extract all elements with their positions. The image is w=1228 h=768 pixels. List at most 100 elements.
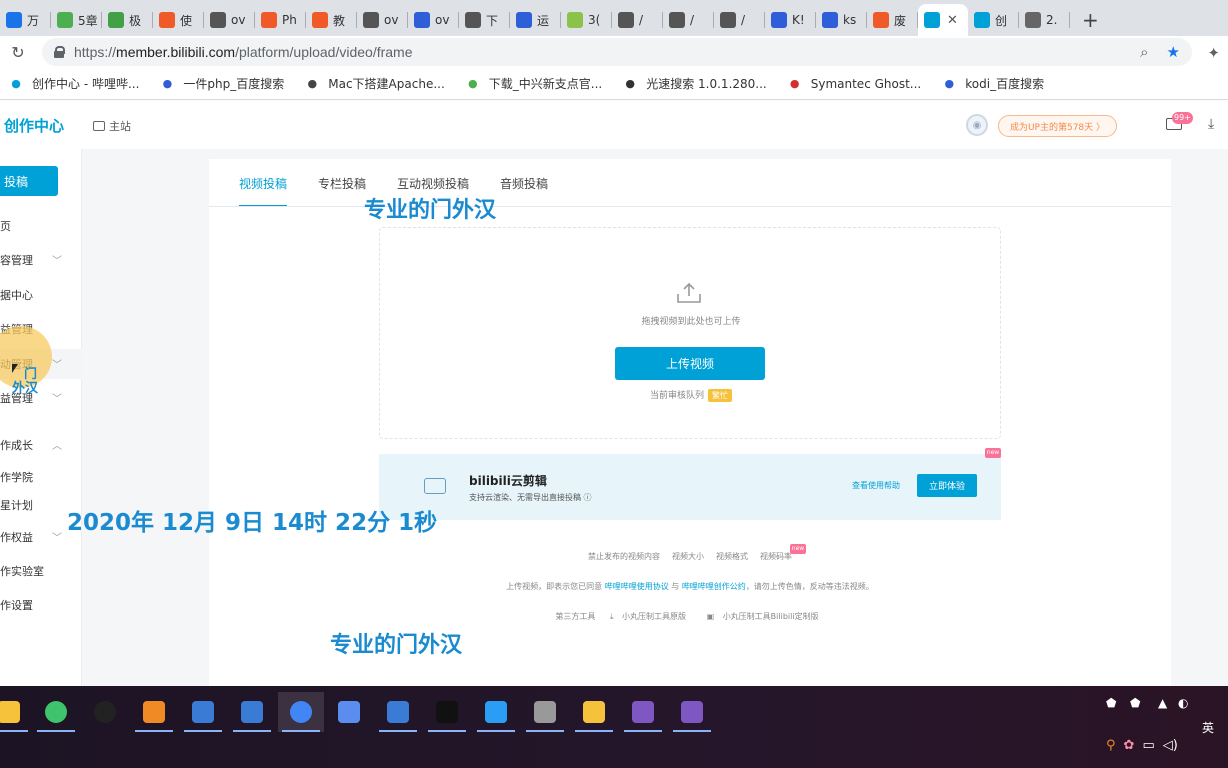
taskbar-app[interactable] (82, 692, 128, 732)
taskbar-app[interactable] (522, 692, 568, 732)
browser-tab[interactable]: / (612, 4, 663, 36)
tray-volume-icon[interactable]: ◁) (1163, 738, 1178, 753)
avatar[interactable]: ◉ (966, 114, 988, 136)
up-days-badge[interactable]: 成为UP主的第578天 〉 (998, 115, 1117, 137)
taskbar-app[interactable] (33, 692, 79, 732)
upload-tab[interactable]: 专栏投稿 (318, 159, 366, 207)
close-icon[interactable]: ✕ (947, 13, 958, 28)
bookmark-item[interactable]: ● 一件php_百度搜索 (159, 75, 285, 92)
extension-icon[interactable]: ✦ (1207, 44, 1220, 62)
new-tab-icon[interactable]: + (1082, 4, 1099, 36)
upload-dropzone[interactable]: 拖拽视频到此处也可上传 上传视频 当前审核队列 繁忙 (379, 227, 1001, 439)
browser-tab[interactable]: 教 (306, 4, 357, 36)
upload-tab[interactable]: 音频投稿 (500, 159, 548, 207)
taskbar-app[interactable] (571, 692, 617, 732)
tool-link-bilibili[interactable]: ▣ 小丸压制工具Bilibili定制版 (707, 612, 825, 621)
sidebar-item[interactable]: 作实验室 (0, 561, 70, 581)
sidebar-item[interactable]: 页 (0, 216, 70, 236)
tray-flower-icon[interactable]: ✿ (1124, 738, 1135, 753)
browser-tab[interactable]: 万 (0, 4, 51, 36)
browser-tab[interactable]: Ph (255, 4, 306, 36)
taskbar-app[interactable] (229, 692, 275, 732)
creator-center-logo[interactable]: 创作中心 (4, 115, 64, 136)
browser-tab[interactable]: 3( (561, 4, 612, 36)
sidebar-item[interactable]: 作成长 ︿ (0, 435, 70, 455)
upload-video-button[interactable]: 上传视频 (615, 347, 765, 380)
browser-tab[interactable]: ov (204, 4, 255, 36)
taskbar-app[interactable] (473, 692, 519, 732)
cloud-help-link[interactable]: 查看使用帮助 (852, 480, 900, 491)
info-link[interactable]: 视频码率 new (760, 544, 806, 561)
taskbar-app[interactable] (620, 692, 666, 732)
tab-label: 极 (129, 13, 142, 28)
bookmark-star-icon[interactable]: ★ (1167, 43, 1180, 61)
sidebar-item[interactable]: 作权益 ﹀ (0, 527, 70, 547)
zoom-icon[interactable]: ⌕ (1140, 43, 1148, 61)
browser-tab[interactable]: 运 (510, 4, 561, 36)
taskbar-app[interactable] (278, 692, 324, 732)
browser-tab[interactable]: K! (765, 4, 816, 36)
address-bar[interactable]: https://member.bilibili.com/platform/upl… (42, 38, 1192, 66)
cursor-icon (12, 364, 18, 373)
browser-tab[interactable]: 2. (1019, 4, 1070, 36)
sidebar-upload-button[interactable]: 投稿 (0, 166, 58, 196)
browser-tab[interactable]: ks (816, 4, 867, 36)
browser-tab[interactable]: 废 (867, 4, 918, 36)
download-icon[interactable]: ⤓ (1208, 116, 1214, 132)
try-now-button[interactable]: 立即体验 (917, 474, 977, 497)
browser-tab[interactable]: ✕ (918, 4, 968, 36)
browser-tab[interactable]: / (714, 4, 765, 36)
bookmark-item[interactable]: ● 下载_中兴新支点官... (465, 75, 602, 92)
taskbar-app[interactable] (669, 692, 715, 732)
tray-arrow-icon[interactable]: ▲ (1158, 696, 1167, 710)
sidebar-item[interactable]: 作学院 (0, 467, 70, 487)
info-link[interactable]: 禁止发布的视频内容 (588, 552, 660, 561)
tray-pentagon-icon[interactable]: ⬟ (1106, 696, 1116, 710)
terms-link-usage[interactable]: 哔哩哔哩使用协议 (605, 582, 669, 591)
sidebar-item-label: 容管理 (0, 254, 33, 267)
sidebar-item[interactable]: 星计划 (0, 495, 70, 515)
tab-label: 2. (1046, 13, 1058, 27)
browser-tab[interactable]: 使 (153, 4, 204, 36)
tray-globe-icon[interactable]: ◐ (1178, 696, 1188, 710)
bookmark-item[interactable]: ● 光速搜索 1.0.1.280... (622, 75, 766, 92)
tool-link-original[interactable]: ⤓ 小丸压制工具原版 (610, 612, 692, 621)
info-link[interactable]: 视频格式 (716, 552, 748, 561)
taskbar-app[interactable] (375, 692, 421, 732)
upload-tab[interactable]: 视频投稿 (239, 159, 288, 207)
browser-tab[interactable]: ov (408, 4, 459, 36)
browser-tab[interactable]: 下 (459, 4, 510, 36)
cursor-icon: ● (625, 77, 636, 90)
bird-icon (387, 701, 409, 723)
taskbar-app[interactable] (326, 692, 372, 732)
book-icon (57, 12, 73, 28)
tray-pentagon-icon[interactable]: ⬟ (1130, 696, 1140, 710)
sidebar-item[interactable]: 容管理 ﹀ (0, 250, 70, 270)
media-icon (94, 701, 116, 723)
bookmark-item[interactable]: ● kodi_百度搜索 (941, 75, 1044, 92)
url-text[interactable]: https://member.bilibili.com/platform/upl… (74, 44, 413, 60)
reload-icon[interactable]: ↻ (0, 43, 36, 62)
bookmark-item[interactable]: ● Symantec Ghost... (787, 76, 921, 92)
taskbar-app[interactable] (0, 692, 32, 732)
terms-link-convention[interactable]: 哔哩哔哩创作公约 (682, 582, 746, 591)
input-language[interactable]: 英 (1202, 719, 1214, 736)
mail-count-badge: 99+ (1172, 112, 1193, 124)
browser-tab[interactable]: ov (357, 4, 408, 36)
browser-tab[interactable]: 5章 (51, 4, 102, 36)
info-link[interactable]: 视频大小 (672, 552, 704, 561)
sidebar-item[interactable]: 作设置 (0, 595, 70, 615)
sidebar-item[interactable]: 据中心 (0, 285, 70, 305)
browser-tab[interactable]: / (663, 4, 714, 36)
tray-network-icon[interactable]: ▭ (1142, 738, 1154, 753)
browser-tab[interactable]: 创 (968, 4, 1019, 36)
tray-search-icon[interactable]: ⚲ (1106, 738, 1116, 753)
bookmark-item[interactable]: ● 创作中心 - 哔哩哔... (8, 75, 139, 92)
browser-tab[interactable]: 极 (102, 4, 153, 36)
taskbar-app[interactable] (424, 692, 470, 732)
bookmark-item[interactable]: ● Mac下搭建Apache... (304, 75, 444, 92)
taskbar-app[interactable] (180, 692, 226, 732)
home-link[interactable]: 主站 (93, 118, 131, 134)
taskbar-app[interactable] (131, 692, 177, 732)
new-tag: new (985, 448, 1001, 458)
